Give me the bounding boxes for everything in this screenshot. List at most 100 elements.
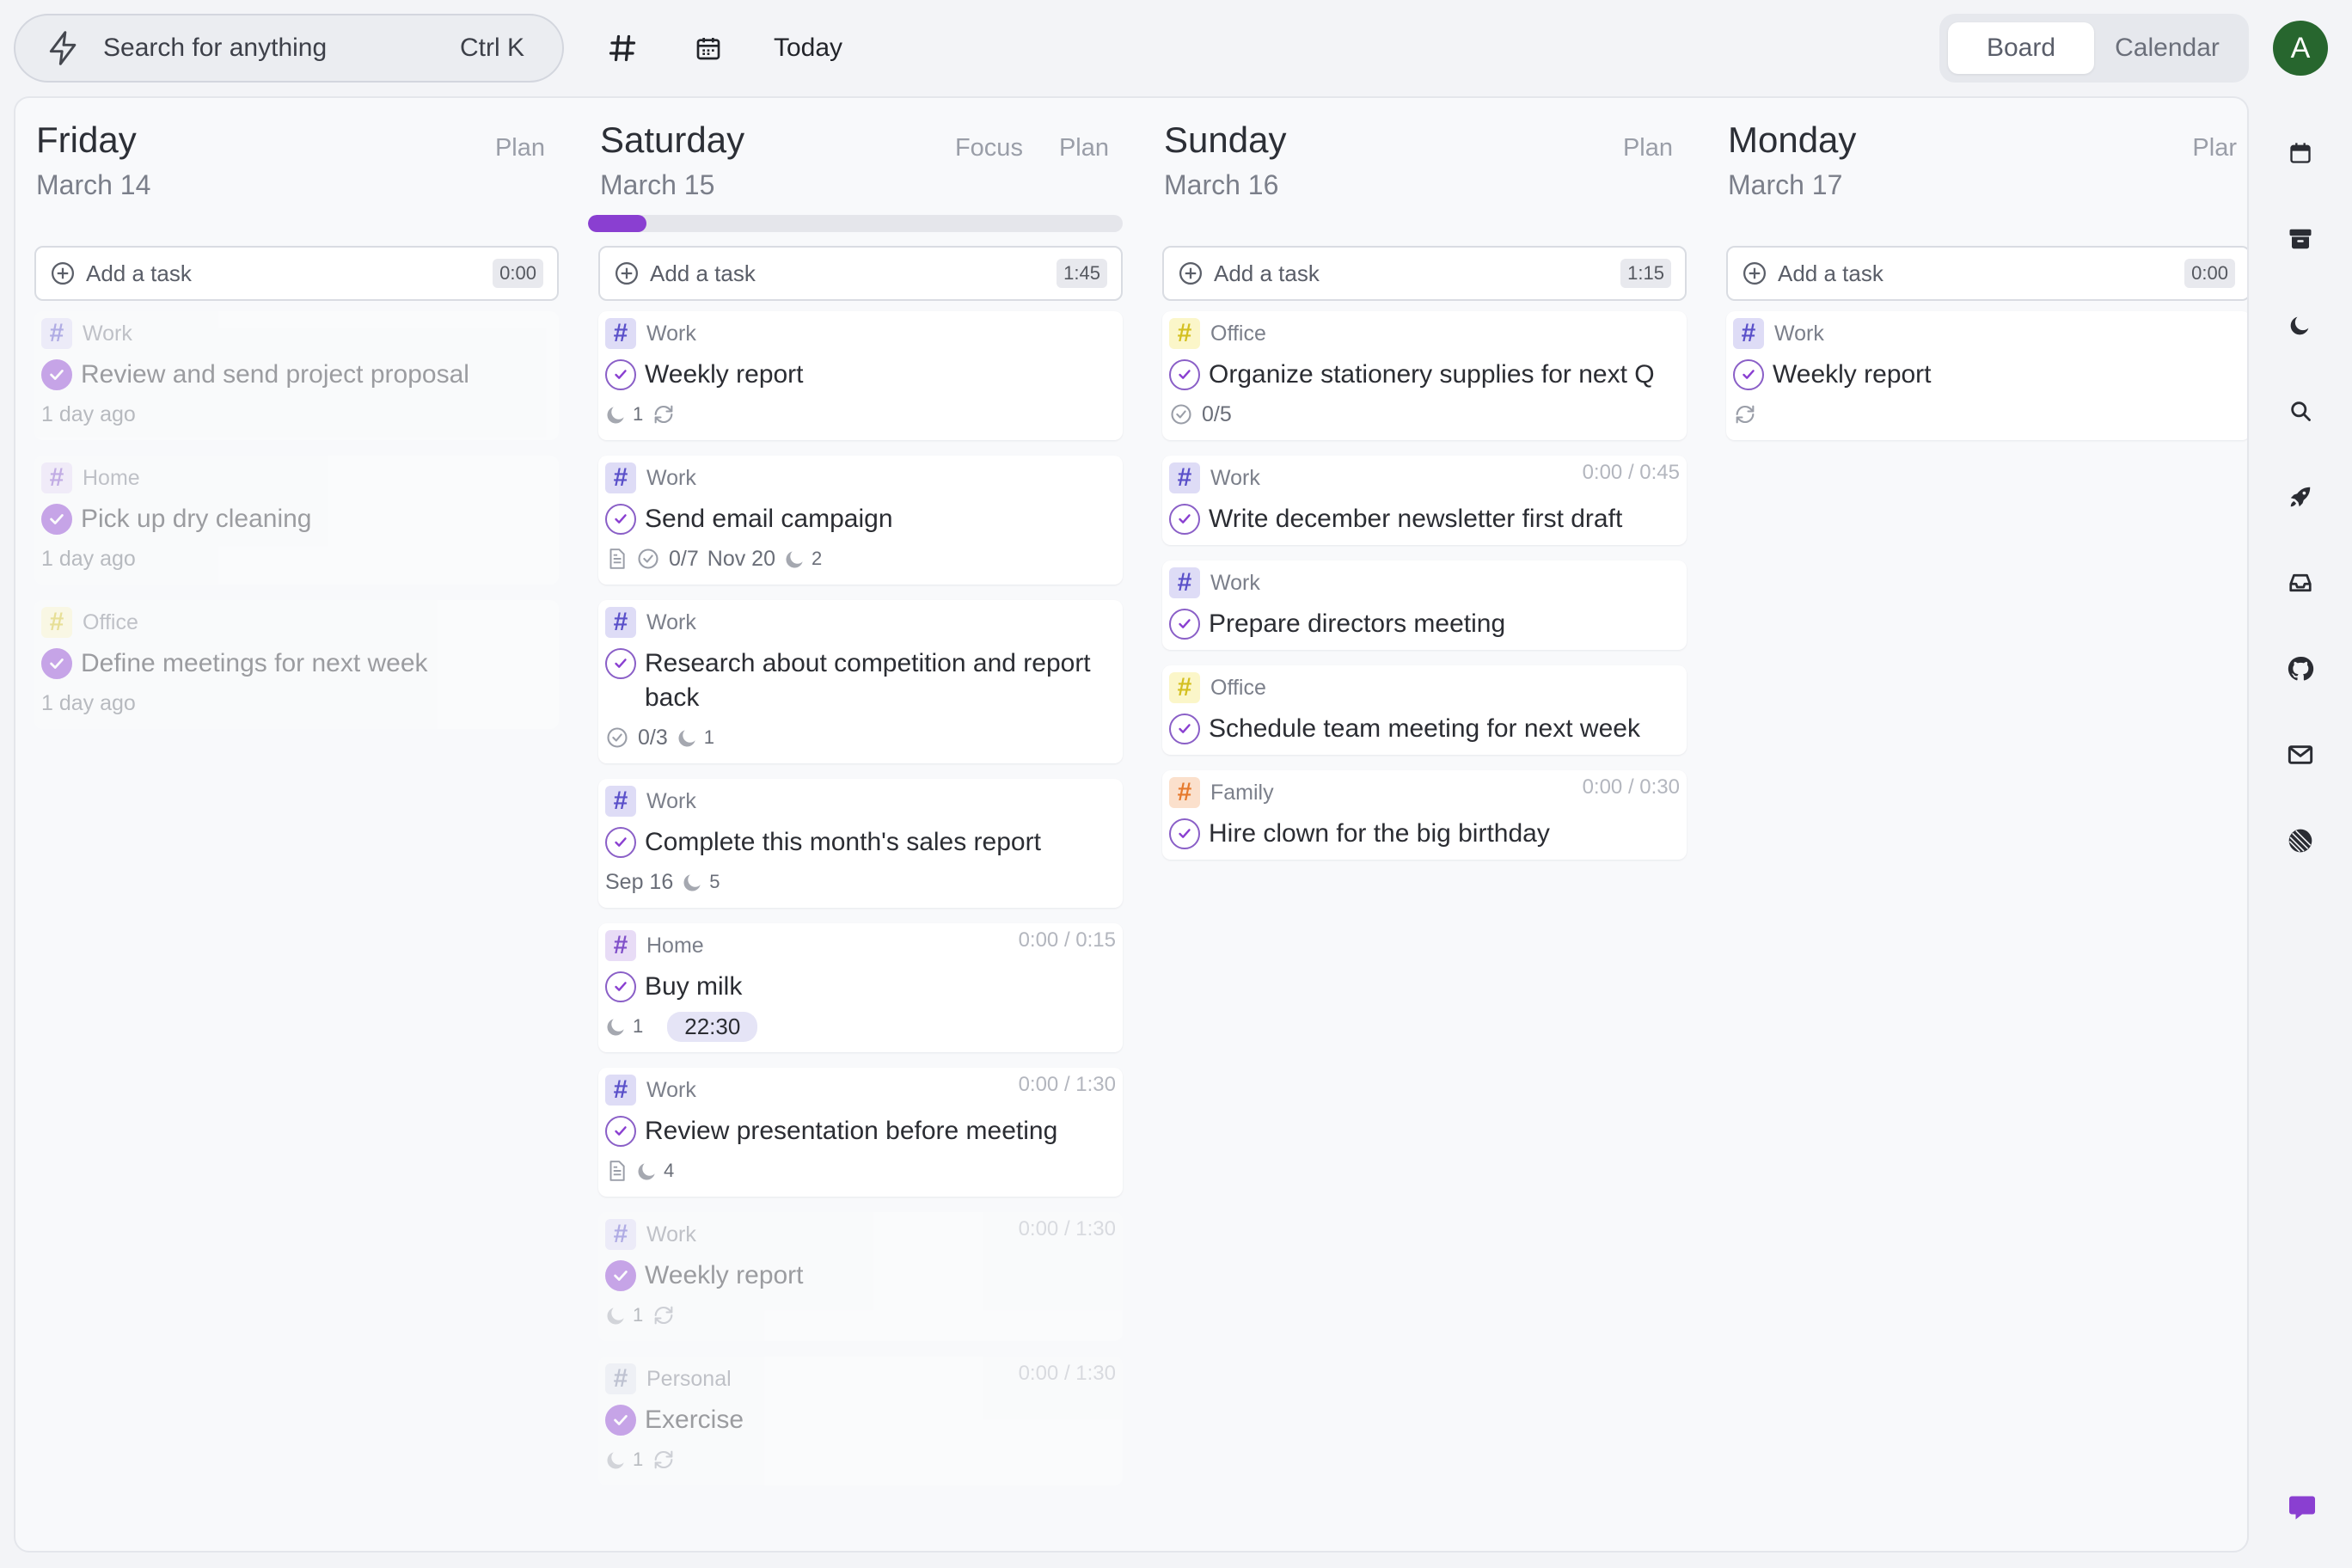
task-check-icon[interactable] (1169, 609, 1200, 640)
task-card[interactable]: # Work 0:00 / 1:30 Review presentation b… (598, 1068, 1123, 1197)
mail-icon[interactable] (2280, 734, 2321, 775)
task-card[interactable]: # Work Prepare directors meeting (1162, 560, 1687, 650)
task-meta: 4 (605, 1154, 1114, 1188)
pomodoro-icon (605, 1304, 628, 1326)
task-tag[interactable]: # Office (41, 605, 550, 640)
task-card[interactable]: # Work Complete this month's sales repor… (598, 779, 1123, 908)
task-check-icon[interactable] (605, 1260, 636, 1291)
moon-icon[interactable] (2280, 304, 2321, 346)
task-check-icon[interactable] (41, 648, 72, 679)
add-task-label: Add a task (1214, 260, 1320, 286)
search-bar[interactable]: Search for anything Ctrl K (14, 14, 564, 83)
task-card[interactable]: # Work 0:00 / 0:45 Write december newsle… (1162, 456, 1687, 545)
time-estimate[interactable]: 0:00 / 1:30 (1019, 1362, 1116, 1386)
hashtag-icon: # (41, 462, 72, 493)
task-card[interactable]: # Home Pick up dry cleaning 1 day ago (34, 456, 559, 585)
task-check-icon[interactable] (605, 359, 636, 390)
task-tag-label: Work (646, 1077, 696, 1102)
today-button[interactable]: Today (774, 26, 842, 70)
task-title-row: Organize stationery supplies for next Q (1169, 358, 1678, 392)
task-check-icon[interactable] (1169, 818, 1200, 849)
rocket-icon[interactable] (2280, 476, 2321, 518)
pomodoro-icon (605, 1449, 628, 1471)
task-tag[interactable]: # Home (41, 461, 550, 495)
calendar-icon[interactable] (683, 22, 734, 74)
task-check-icon[interactable] (605, 1116, 636, 1147)
scheduled-time-badge[interactable]: 22:30 (667, 1011, 758, 1042)
focus-progress-fill (588, 215, 647, 232)
task-tag[interactable]: # Work (1169, 566, 1678, 600)
task-title: Define meetings for next week (81, 649, 428, 677)
github-icon[interactable] (2280, 648, 2321, 689)
task-check-icon[interactable] (605, 827, 636, 858)
hashtag-icon: # (605, 318, 636, 349)
task-tag-label: Work (646, 788, 696, 813)
column-action-plan[interactable]: Plan (1059, 134, 1109, 162)
time-estimate[interactable]: 0:00 / 0:45 (1583, 461, 1680, 485)
task-check-icon[interactable] (1733, 359, 1764, 390)
task-card[interactable]: # Home 0:00 / 0:15 Buy milk 1 22:30 (598, 923, 1123, 1052)
task-check-icon[interactable] (41, 504, 72, 535)
inbox-icon[interactable] (2280, 562, 2321, 603)
task-check-icon[interactable] (605, 648, 636, 679)
search-icon[interactable] (2280, 390, 2321, 432)
task-tag[interactable]: # Work (605, 316, 1114, 351)
column-header: Friday March 14 Plan (36, 117, 545, 220)
task-card[interactable]: # Office Organize stationery supplies fo… (1162, 311, 1687, 440)
time-estimate[interactable]: 0:00 / 1:30 (1019, 1073, 1116, 1097)
time-estimate[interactable]: 0:00 / 0:15 (1019, 928, 1116, 952)
note-icon (605, 1160, 628, 1182)
task-check-icon[interactable] (41, 359, 72, 390)
task-check-icon[interactable] (605, 971, 636, 1002)
task-card[interactable]: # Work 0:00 / 1:30 Weekly report 1 (598, 1212, 1123, 1341)
task-card[interactable]: # Office Schedule team meeting for next … (1162, 665, 1687, 755)
add-task-button[interactable]: Add a task 0:00 (34, 246, 559, 301)
task-title-row: Weekly report (1733, 358, 2242, 392)
top-bar: Search for anything Ctrl K Today Board C… (0, 0, 2352, 96)
view-board-button[interactable]: Board (1948, 22, 2094, 74)
task-card[interactable]: # Office Define meetings for next week 1… (34, 600, 559, 729)
due-date: Sep 16 (605, 869, 674, 894)
add-task-button[interactable]: Add a task 1:15 (1162, 246, 1687, 301)
task-check-icon[interactable] (1169, 504, 1200, 535)
task-tag[interactable]: # Work (41, 316, 550, 351)
chat-icon[interactable] (2287, 1492, 2318, 1523)
column-action-plan[interactable]: Plan (1623, 134, 1673, 162)
task-tag[interactable]: # Office (1169, 316, 1678, 351)
task-card[interactable]: # Work Send email campaign 0/7 Nov 20 2 (598, 456, 1123, 585)
view-calendar-button[interactable]: Calendar (2094, 22, 2240, 74)
task-check-icon[interactable] (605, 504, 636, 535)
column-action-plar[interactable]: Plar (2192, 134, 2237, 162)
linear-icon[interactable] (2280, 820, 2321, 861)
task-check-icon[interactable] (605, 1405, 636, 1436)
task-check-icon[interactable] (1169, 714, 1200, 744)
task-card[interactable]: # Work Weekly report 1 (598, 311, 1123, 440)
column-action-plan[interactable]: Plan (495, 134, 545, 162)
column-action-focus[interactable]: Focus (955, 134, 1023, 162)
add-task-button[interactable]: Add a task 0:00 (1726, 246, 2247, 301)
task-card[interactable]: # Work Weekly report (1726, 311, 2247, 440)
time-estimate[interactable]: 0:00 / 1:30 (1019, 1217, 1116, 1241)
task-meta: 1 22:30 (605, 1009, 1114, 1044)
avatar[interactable]: A (2273, 21, 2328, 76)
hashtag-icon[interactable] (597, 22, 648, 74)
task-check-icon[interactable] (1169, 359, 1200, 390)
subtask-count: 0/5 (1202, 401, 1232, 426)
task-tag[interactable]: # Work (605, 784, 1114, 818)
calendar-icon[interactable] (2280, 132, 2321, 174)
add-task-button[interactable]: Add a task 1:45 (598, 246, 1123, 301)
task-card[interactable]: # Work Review and send project proposal … (34, 311, 559, 440)
hashtag-icon: # (1733, 318, 1764, 349)
subtask-count: 0/7 (669, 546, 699, 571)
pomodoro-count: 2 (811, 548, 823, 569)
task-tag[interactable]: # Work (605, 461, 1114, 495)
task-card[interactable]: # Family 0:00 / 0:30 Hire clown for the … (1162, 770, 1687, 860)
task-tag[interactable]: # Office (1169, 671, 1678, 705)
time-estimate[interactable]: 0:00 / 0:30 (1583, 775, 1680, 799)
archive-icon[interactable] (2280, 218, 2321, 260)
task-card[interactable]: # Work Research about competition and re… (598, 600, 1123, 763)
task-tag[interactable]: # Work (605, 605, 1114, 640)
task-list: # Work Weekly report (1726, 311, 2247, 456)
task-tag[interactable]: # Work (1733, 316, 2242, 351)
task-card[interactable]: # Personal 0:00 / 1:30 Exercise 1 (598, 1357, 1123, 1485)
